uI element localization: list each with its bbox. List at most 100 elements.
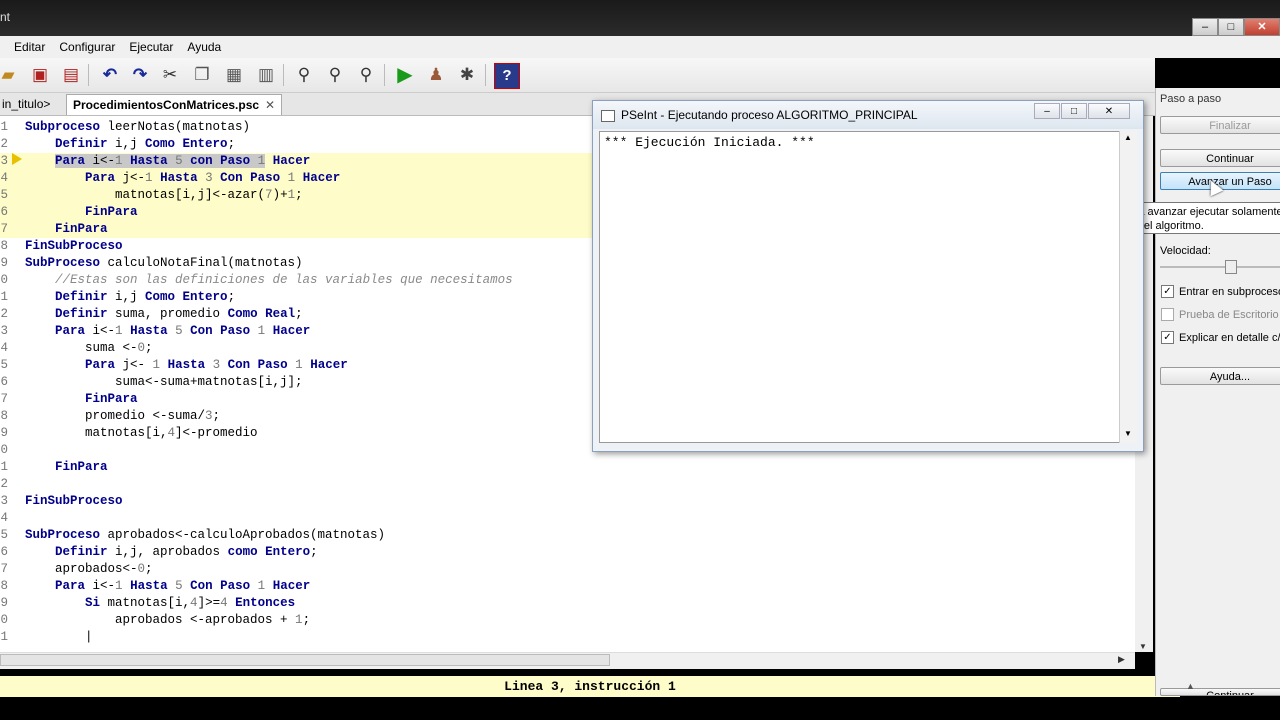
code-line[interactable]: 3 Para i<-1 Hasta 5 con Paso 1 Hacer (0, 153, 595, 170)
code-text: FinPara (55, 460, 108, 474)
run-icon[interactable]: ▶ (393, 63, 417, 87)
undo-icon[interactable]: ↶ (98, 63, 122, 87)
line-number: 3 (0, 494, 8, 508)
cut-icon[interactable]: ✂ (158, 63, 182, 87)
code-line[interactable]: 0 aprobados <-aprobados + 1; (0, 612, 1135, 629)
code-line[interactable]: 8 Para i<-1 Hasta 5 Con Paso 1 Hacer (0, 578, 1135, 595)
code-line[interactable]: 3 FinSubProceso (0, 493, 1135, 510)
window-controls: – □ ✕ (1192, 18, 1280, 36)
menu-editar[interactable]: Editar (14, 40, 45, 54)
line-number: 8 (0, 239, 8, 253)
tab-sin-titulo[interactable]: in_titulo> (0, 94, 56, 115)
line-number: 7 (0, 392, 8, 406)
code-text: SubProceso aprobados<-calculoAprobados(m… (25, 528, 386, 542)
line-number: 0 (0, 613, 8, 627)
console-output[interactable]: *** Ejecución Iniciada. *** (599, 131, 1125, 443)
menu-ejecutar[interactable]: Ejecutar (129, 40, 173, 54)
ayuda-button[interactable]: Ayuda... (1160, 367, 1280, 385)
menu-configurar[interactable]: Configurar (59, 40, 115, 54)
line-number: 2 (0, 307, 8, 321)
explicar-detalle-checkbox[interactable]: ✓Explicar en detalle c/paso (1161, 331, 1280, 344)
code-line[interactable]: 6 Definir i,j, aprobados como Entero; (0, 544, 1135, 561)
tab-label: ProcedimientosConMatrices.psc (73, 98, 260, 112)
edit-icon[interactable]: ▥ (254, 63, 278, 87)
line-number: 1 (0, 630, 8, 644)
menu-bar: Editar Configurar Ejecutar Ayuda (0, 36, 1280, 58)
copy-icon[interactable]: ❐ (190, 63, 214, 87)
exec-maximize-button[interactable]: □ (1061, 103, 1087, 119)
speed-slider[interactable] (1160, 260, 1280, 274)
step-icon[interactable]: ♟ (424, 63, 448, 87)
code-line[interactable]: 4 Para j<-1 Hasta 3 Con Paso 1 Hacer (0, 170, 595, 187)
code-line[interactable]: 2 (0, 476, 1135, 493)
menu-ayuda[interactable]: Ayuda (187, 40, 221, 54)
line-number: 5 (0, 528, 8, 542)
console-text: *** Ejecución Iniciada. *** (604, 135, 815, 150)
code-line[interactable]: 5 SubProceso aprobados<-calculoAprobados(… (0, 527, 1135, 544)
code-line[interactable]: 7 aprobados<-0; (0, 561, 1135, 578)
paste-icon[interactable]: ▦ (222, 63, 246, 87)
close-button[interactable]: ✕ (1244, 18, 1280, 36)
line-number: 1 (0, 120, 8, 134)
save-as-icon[interactable]: ▤ (59, 63, 83, 87)
code-line[interactable]: 1 FinPara (0, 459, 1135, 476)
code-text: Para i<-1 Hasta 5 Con Paso 1 Hacer (55, 579, 311, 593)
find-icon[interactable]: ⚲ (292, 63, 316, 87)
code-text: FinPara (85, 392, 138, 406)
window-titlebar: nt – □ ✕ (0, 0, 1280, 36)
panel-scroll-up-icon[interactable]: ▲ (1186, 681, 1195, 691)
code-line[interactable]: 4 (0, 510, 1135, 527)
find-next-icon[interactable]: ⚲ (323, 63, 347, 87)
line-number: 2 (0, 477, 8, 491)
code-text: Definir i,j Como Entero; (55, 137, 236, 151)
line-number: 4 (0, 511, 8, 525)
line-number: 9 (0, 426, 8, 440)
code-text: suma<-suma+matnotas[i,j]; (25, 375, 303, 389)
console-window-icon (601, 110, 615, 122)
code-text: Para j<- 1 Hasta 3 Con Paso 1 Hacer (85, 358, 348, 372)
maximize-button[interactable]: □ (1218, 18, 1244, 36)
line-number: 9 (0, 256, 8, 270)
console-scrollbar[interactable]: ▲ ▼ (1119, 131, 1137, 443)
replace-icon[interactable]: ⚲ (354, 63, 378, 87)
close-tab-icon[interactable]: ✕ (265, 95, 275, 116)
minimize-button[interactable]: – (1192, 18, 1218, 36)
finalizar-button[interactable]: Finalizar (1160, 116, 1280, 134)
code-line[interactable]: 9 Si matnotas[i,4]>=4 Entonces (0, 595, 1135, 612)
prueba-escritorio-checkbox[interactable]: Prueba de Escritorio (1161, 308, 1279, 321)
bottom-continuar-button[interactable]: Continuar (1160, 688, 1280, 696)
exec-minimize-button[interactable]: – (1034, 103, 1060, 119)
debug-icon[interactable]: ✱ (455, 63, 479, 87)
tab-procedimientos[interactable]: ProcedimientosConMatrices.psc ✕ (66, 94, 282, 115)
help-icon[interactable]: ? (494, 63, 520, 89)
code-text: matnotas[i,j]<-azar(7)+1; (25, 188, 303, 202)
line-number: 1 (0, 290, 8, 304)
checkbox-label: Prueba de Escritorio (1179, 308, 1279, 321)
code-line[interactable]: 7 FinPara (0, 221, 595, 238)
current-line-arrow-icon (12, 153, 22, 165)
code-text: FinPara (85, 205, 138, 219)
code-text: SubProceso calculoNotaFinal(matnotas) (25, 256, 303, 270)
code-text: | (25, 630, 93, 644)
code-line[interactable]: 6 FinPara (0, 204, 595, 221)
save-icon[interactable]: ▣ (28, 63, 52, 87)
velocidad-label: Velocidad: (1160, 245, 1211, 257)
open-icon[interactable]: ▰ (0, 63, 20, 87)
code-text: promedio <-suma/3; (25, 409, 221, 423)
line-number: 1 (0, 460, 8, 474)
code-text: FinPara (55, 222, 108, 236)
panel-title: Paso a paso (1160, 93, 1222, 105)
line-number: 8 (0, 579, 8, 593)
redo-icon[interactable]: ↷ (128, 63, 152, 87)
line-number: 0 (0, 273, 8, 287)
execution-titlebar: PSeInt - Ejecutando proceso ALGORITMO_PR… (593, 101, 1143, 129)
code-line[interactable]: 5 matnotas[i,j]<-azar(7)+1; (0, 187, 595, 204)
code-text: Definir suma, promedio Como Real; (55, 307, 303, 321)
horizontal-scroll-thumb[interactable] (0, 654, 610, 666)
continuar-button[interactable]: Continuar (1160, 149, 1280, 167)
code-line[interactable]: 1 | (0, 629, 1135, 646)
exec-close-button[interactable]: ✕ (1088, 103, 1130, 119)
entrar-subprocesos-checkbox[interactable]: ✓ Entrar en subprocesos (1161, 285, 1280, 298)
code-text: aprobados<-0; (25, 562, 153, 576)
checkbox-label: Explicar en detalle c/paso (1179, 331, 1280, 344)
